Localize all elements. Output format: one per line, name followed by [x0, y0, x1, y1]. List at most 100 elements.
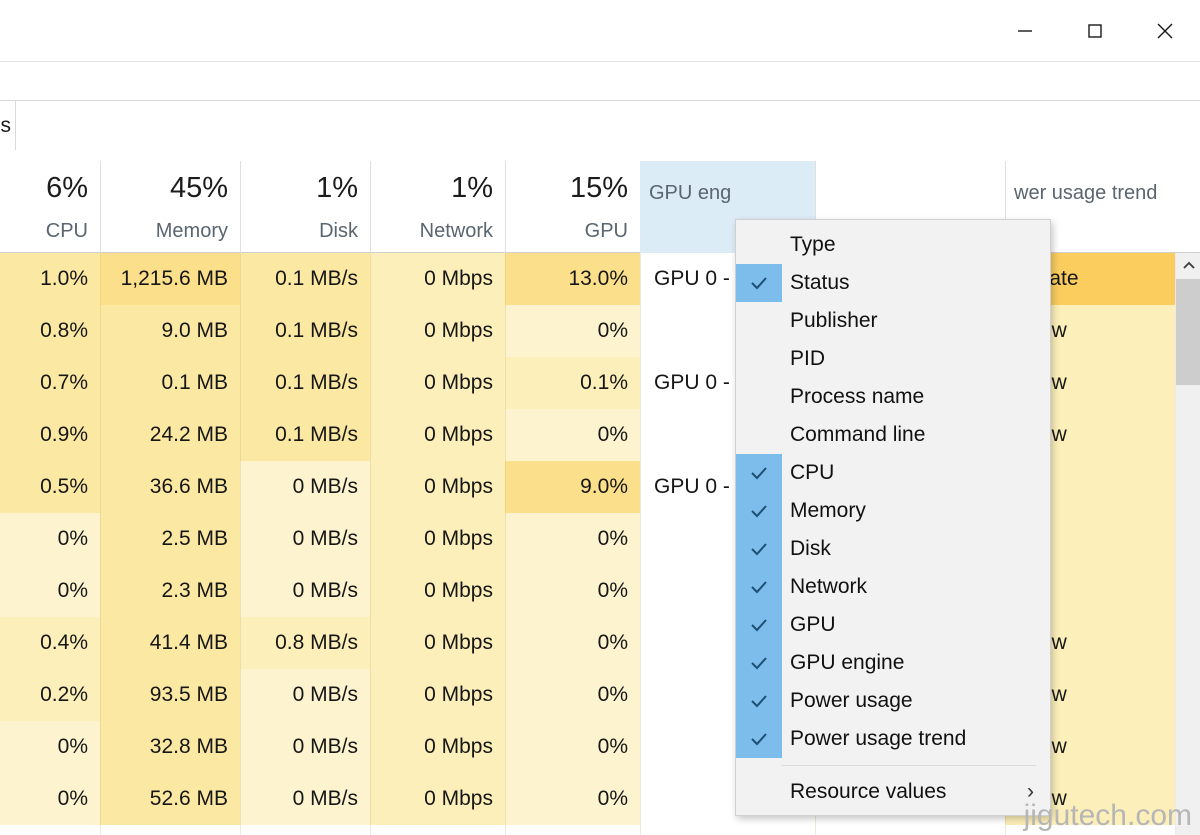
cell-network: 0 Mbps	[370, 461, 505, 513]
menu-item-process-name[interactable]: Process name	[736, 378, 1050, 416]
cell-gpu: 0%	[505, 721, 640, 773]
cell-memory: 9.0 MB	[100, 305, 240, 357]
menu-item-power-usage-trend[interactable]: Power usage trend	[736, 720, 1050, 758]
vertical-scrollbar[interactable]	[1175, 253, 1200, 835]
tab-strip: s	[0, 62, 1200, 150]
checkmark-icon	[736, 454, 782, 492]
menu-item-label: Disk	[790, 537, 831, 560]
column-label-cpu: CPU	[45, 220, 88, 242]
column-separator	[240, 253, 241, 835]
column-label-gpu: GPU	[584, 220, 628, 242]
column-header-memory[interactable]: 45% Memory	[100, 161, 240, 253]
menu-item-network[interactable]: Network	[736, 568, 1050, 606]
menu-item-gpu[interactable]: GPU	[736, 606, 1050, 644]
cell-cpu: 0.2%	[0, 669, 100, 721]
menu-item-type[interactable]: Type	[736, 226, 1050, 264]
menu-item-label: Publisher	[790, 309, 878, 332]
column-separator	[370, 253, 371, 835]
checkmark-icon	[736, 264, 782, 302]
scroll-thumb[interactable]	[1176, 279, 1200, 385]
cell-gpu: 0%	[505, 773, 640, 825]
menu-item-resource-values[interactable]: Resource values ›	[736, 773, 1050, 811]
menu-item-publisher[interactable]: Publisher	[736, 302, 1050, 340]
cell-gpu: 0%	[505, 617, 640, 669]
tab-panel-edge	[16, 100, 1200, 150]
column-usage-disk: 1%	[316, 172, 358, 204]
close-button[interactable]	[1130, 8, 1200, 54]
checkbox-empty	[736, 302, 782, 340]
menu-item-label: PID	[790, 347, 826, 370]
menu-item-label: Power usage	[790, 689, 913, 712]
cell-gpu: 13.0%	[505, 253, 640, 305]
minimize-button[interactable]	[990, 8, 1060, 54]
menu-item-label: Process name	[790, 385, 925, 408]
menu-item-cpu[interactable]: CPU	[736, 454, 1050, 492]
cell-memory: 93.5 MB	[100, 669, 240, 721]
cell-disk: 0 MB/s	[240, 773, 370, 825]
column-separator	[505, 253, 506, 835]
column-label-memory: Memory	[155, 220, 228, 242]
tab-processes[interactable]: s	[0, 100, 16, 150]
cell-cpu: 0%	[0, 513, 100, 565]
cell-disk: 0.8 MB/s	[240, 617, 370, 669]
column-label-powertrend: wer usage trend	[1014, 182, 1158, 204]
cell-memory: 0.1 MB	[100, 357, 240, 409]
checkbox-empty	[736, 340, 782, 378]
maximize-icon	[1088, 24, 1102, 38]
checkmark-icon	[736, 682, 782, 720]
title-bar	[0, 0, 1200, 62]
cell-cpu: 0%	[0, 773, 100, 825]
cell-memory: 1,215.6 MB	[100, 253, 240, 305]
cell-cpu: 1.0%	[0, 253, 100, 305]
column-label-gpuengine: GPU eng	[649, 182, 732, 204]
cell-network: 0 Mbps	[370, 513, 505, 565]
cell-cpu: 0%	[0, 565, 100, 617]
cell-cpu: 0.8%	[0, 305, 100, 357]
column-usage-memory: 45%	[169, 172, 228, 204]
column-header-network[interactable]: 1% Network	[370, 161, 505, 253]
cell-network: 0 Mbps	[370, 357, 505, 409]
menu-item-memory[interactable]: Memory	[736, 492, 1050, 530]
cell-memory: 52.6 MB	[100, 773, 240, 825]
cell-cpu: 0.7%	[0, 357, 100, 409]
cell-gpu: 0%	[505, 305, 640, 357]
minimize-icon	[1018, 30, 1032, 32]
cell-network: 0 Mbps	[370, 565, 505, 617]
column-header-gpu[interactable]: 15% GPU	[505, 161, 640, 253]
menu-item-gpu-engine[interactable]: GPU engine	[736, 644, 1050, 682]
task-manager-window: s 6% CPU 45% Memory 1% Disk 1% Network 15% GPU GPU…	[0, 0, 1200, 835]
column-separator	[100, 253, 101, 835]
column-header-cpu[interactable]: 6% CPU	[0, 161, 100, 253]
menu-item-label: Command line	[790, 423, 926, 446]
cell-memory: 36.6 MB	[100, 461, 240, 513]
menu-item-label: CPU	[790, 461, 835, 484]
checkbox-empty	[736, 416, 782, 454]
cell-network: 0 Mbps	[370, 409, 505, 461]
cell-gpu: 9.0%	[505, 461, 640, 513]
scroll-up-button[interactable]	[1176, 253, 1200, 278]
column-chooser-context-menu[interactable]: Type Status Publisher PID Process name Comman…	[735, 219, 1051, 816]
cell-gpu: 0%	[505, 669, 640, 721]
cell-cpu: 0.9%	[0, 409, 100, 461]
cell-disk: 0 MB/s	[240, 721, 370, 773]
column-usage-gpu: 15%	[569, 172, 628, 204]
menu-item-status[interactable]: Status	[736, 264, 1050, 302]
menu-item-label: Network	[790, 575, 868, 598]
menu-item-power-usage[interactable]: Power usage	[736, 682, 1050, 720]
cell-network: 0 Mbps	[370, 305, 505, 357]
cell-gpu: 0.1%	[505, 357, 640, 409]
cell-cpu: 0.4%	[0, 617, 100, 669]
cell-disk: 0.1 MB/s	[240, 357, 370, 409]
menu-item-command-line[interactable]: Command line	[736, 416, 1050, 454]
menu-item-label: Resource values	[790, 780, 947, 803]
maximize-button[interactable]	[1060, 8, 1130, 54]
column-label-disk: Disk	[319, 220, 358, 242]
menu-item-pid[interactable]: PID	[736, 340, 1050, 378]
cell-disk: 0 MB/s	[240, 669, 370, 721]
menu-item-label: Power usage trend	[790, 727, 967, 750]
cell-memory: 24.2 MB	[100, 409, 240, 461]
menu-item-disk[interactable]: Disk	[736, 530, 1050, 568]
chevron-up-icon	[1182, 261, 1195, 269]
cell-disk: 0.1 MB/s	[240, 305, 370, 357]
column-header-disk[interactable]: 1% Disk	[240, 161, 370, 253]
